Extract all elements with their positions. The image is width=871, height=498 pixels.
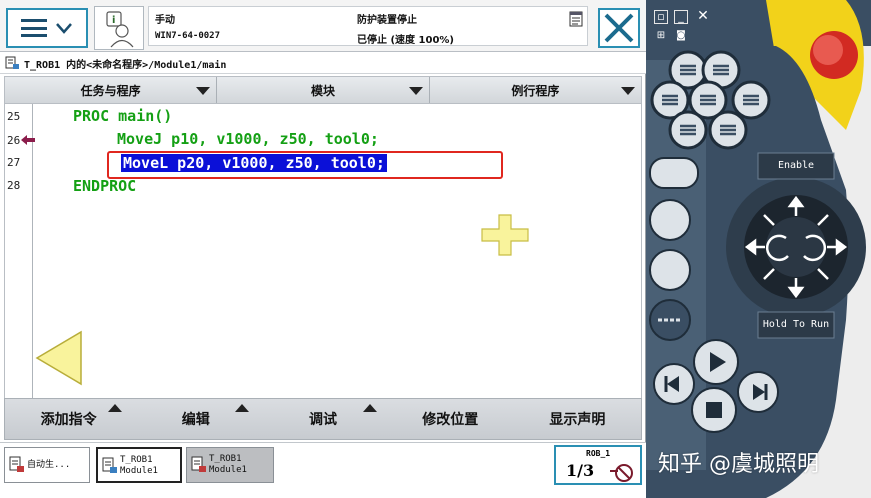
watermark: 知乎 @虞城照明 xyxy=(658,452,819,477)
tab-modules[interactable]: 模块 xyxy=(217,77,430,103)
hardware-panel: ▫ _ ✕ ⊞ ◙ Enable Hold To Run xyxy=(646,0,871,498)
modify-position-button[interactable]: 修改位置 xyxy=(387,399,514,439)
run-state: 已停止 (速度 100%) xyxy=(357,35,454,46)
code-line[interactable]: MoveJ p10, v1000, z50, tool0; xyxy=(117,130,379,148)
menu-icon xyxy=(21,19,47,37)
button-label: 编辑 xyxy=(181,412,210,428)
code-line[interactable]: PROC main() xyxy=(73,107,172,125)
tab-tasks-programs[interactable]: 任务与程序 xyxy=(5,77,218,103)
mechanical-unit-label: ROB_1 xyxy=(586,449,611,458)
left-arrow-icon xyxy=(35,330,82,386)
operating-mode: 手动 xyxy=(155,15,175,26)
dropdown-caret-icon xyxy=(408,87,423,95)
task-rob1-active[interactable]: T_ROB1 Module1 xyxy=(96,447,182,483)
task-title-text: T_ROB1 xyxy=(209,454,242,464)
menu-up-icon xyxy=(362,404,377,412)
task-auto-generate[interactable]: 自动生... xyxy=(4,447,90,483)
code-line[interactable]: ENDPROC xyxy=(73,177,136,195)
edit-button[interactable]: 编辑 xyxy=(132,399,259,439)
task-module-text: Module1 xyxy=(209,465,247,475)
show-declarations-button[interactable]: 显示声明 xyxy=(514,399,641,439)
task-title: T_ROB1 Module1 xyxy=(120,455,158,477)
task-module-text: Module1 xyxy=(120,466,158,476)
debug-button[interactable]: 调试 xyxy=(259,399,386,439)
task-rob1-inactive[interactable]: T_ROB1 Module1 xyxy=(186,447,274,483)
pendant-hardware xyxy=(646,0,866,498)
close-icon xyxy=(604,13,634,43)
dropdown-caret-icon xyxy=(620,87,635,95)
code-editor[interactable]: 25 26 27 28 PROC main() MoveJ p10, v1000… xyxy=(4,104,642,484)
program-icon xyxy=(9,456,24,472)
flexpendant-window: i 手动 WIN7-64-0027 防护装置停止 已停止 (速度 100%) T… xyxy=(0,0,871,498)
dropdown-caret-icon xyxy=(196,87,211,95)
command-bar: 添加指令 编辑 调试 修改位置 显示声明 xyxy=(4,398,642,440)
button-label: 添加指令 xyxy=(40,412,97,428)
program-icon xyxy=(5,56,19,69)
line-gutter: 25 26 27 28 xyxy=(5,104,35,398)
task-title-text: T_ROB1 xyxy=(120,455,153,465)
plus-icon xyxy=(481,214,529,256)
status-info[interactable]: 手动 WIN7-64-0027 防护装置停止 已停止 (速度 100%) xyxy=(148,6,588,46)
scroll-left-button[interactable] xyxy=(35,330,83,386)
status-bar: i 手动 WIN7-64-0027 防护装置停止 已停止 (速度 100%) xyxy=(0,0,646,52)
pendant-screen: i 手动 WIN7-64-0027 防护装置停止 已停止 (速度 100%) T… xyxy=(0,0,646,498)
add-instruction-button[interactable]: 添加指令 xyxy=(5,399,132,439)
line-number: 28 xyxy=(7,179,21,192)
close-button[interactable] xyxy=(598,8,640,48)
document-icon xyxy=(569,11,583,27)
line-arrow-icon xyxy=(21,135,35,145)
quickset-button[interactable]: ROB_1 1/3 xyxy=(554,445,642,485)
joystick-icon xyxy=(726,177,866,317)
menu-up-icon xyxy=(108,404,123,412)
tab-label: 模块 xyxy=(310,83,335,98)
menu-up-icon xyxy=(235,404,250,412)
svg-text:i: i xyxy=(112,15,115,26)
breadcrumb: T_ROB1 内的<未命名程序>/Module1/main xyxy=(0,52,646,74)
taskbar: 自动生... T_ROB1 Module1 T_ROB1 Module1 ROB_1… xyxy=(0,442,646,498)
program-icon xyxy=(191,456,206,472)
button-label: 显示声明 xyxy=(549,412,606,428)
controller-name: WIN7-64-0027 xyxy=(155,31,221,41)
chevron-down-icon xyxy=(56,23,72,34)
button-label: 修改位置 xyxy=(422,412,479,428)
button-label: 调试 xyxy=(309,412,337,428)
increment-ratio: 1/3 xyxy=(566,461,595,480)
run-mode-icon xyxy=(610,464,633,482)
tab-label: 例行程序 xyxy=(511,83,560,98)
user-icon: i xyxy=(106,11,134,48)
highlight-box xyxy=(107,151,503,179)
main-menu-button[interactable] xyxy=(6,8,88,48)
tab-label: 任务与程序 xyxy=(80,83,141,98)
guard-state: 防护装置停止 xyxy=(357,15,417,26)
tab-bar: 任务与程序 模块 例行程序 xyxy=(4,76,642,104)
line-number: 26 xyxy=(7,134,21,147)
user-button[interactable]: i xyxy=(94,6,144,50)
task-title: T_ROB1 Module1 xyxy=(209,454,247,476)
line-number: 27 xyxy=(7,156,21,169)
line-number: 25 xyxy=(7,110,21,123)
program-icon xyxy=(102,457,117,473)
tab-routines[interactable]: 例行程序 xyxy=(429,77,641,103)
hold-to-run-label[interactable]: Hold To Run xyxy=(758,319,834,330)
program-path: T_ROB1 内的<未命名程序>/Module1/main xyxy=(24,60,227,71)
task-label: 自动生... xyxy=(27,460,71,470)
enable-label[interactable]: Enable xyxy=(758,160,834,171)
zoom-in-button[interactable] xyxy=(481,214,529,256)
